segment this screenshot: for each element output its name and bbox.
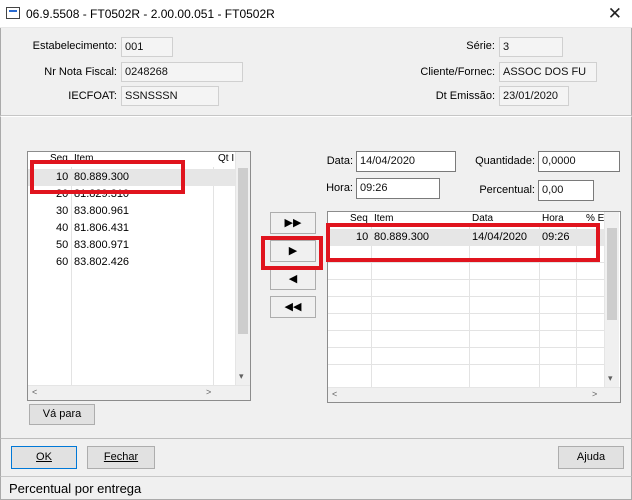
ajuda-button[interactable]: Ajuda [558, 446, 624, 469]
window-title: 06.9.5508 - FT0502R - 2.00.00.051 - FT05… [26, 7, 275, 21]
data-input[interactable]: 14/04/2020 [356, 151, 456, 172]
table-row[interactable]: 40 81.806.431 [28, 220, 236, 237]
ok-button[interactable]: OK [11, 446, 77, 469]
header-panel: Estabelecimento: 001 Nr Nota Fiscal: 024… [0, 28, 632, 116]
dt-emissao-field[interactable]: 23/01/2020 [499, 86, 569, 106]
quantidade-label: Quantidade: [475, 155, 535, 167]
nr-nota-fiscal-label: Nr Nota Fiscal: [44, 66, 117, 78]
estabelecimento-label: Estabelecimento: [32, 40, 117, 52]
table-row[interactable]: 30 83.800.961 [28, 203, 236, 220]
close-icon[interactable]: ✕ [608, 4, 622, 24]
app-window-icon [6, 7, 20, 19]
iecfoat-label: IECFOAT: [68, 90, 117, 102]
cliente-fornec-label: Cliente/Fornec: [420, 66, 495, 78]
cliente-fornec-field[interactable]: ASSOC DOS FU [499, 62, 597, 82]
table-row[interactable]: 50 83.800.971 [28, 237, 236, 254]
nr-nota-fiscal-field[interactable]: 0248268 [121, 62, 243, 82]
col-qt[interactable]: Qt I [218, 153, 234, 164]
hora-input[interactable]: 09:26 [356, 178, 440, 199]
status-bar: Percentual por entrega [0, 476, 632, 500]
hora-label: Hora: [326, 182, 353, 194]
highlight-add-button [261, 236, 323, 270]
footer-panel: OK Fechar Ajuda [0, 438, 632, 476]
add-all-button[interactable]: ▶▶ [270, 212, 316, 234]
data-label: Data: [326, 155, 353, 167]
percentual-label: Percentual: [479, 184, 535, 196]
remove-one-button[interactable]: ◀ [270, 268, 316, 290]
serie-label: Série: [466, 40, 495, 52]
quantidade-input[interactable]: 0,0000 [538, 151, 620, 172]
dt-emissao-label: Dt Emissão: [435, 90, 495, 102]
title-bar: 06.9.5508 - FT0502R - 2.00.00.051 - FT05… [0, 0, 632, 28]
remove-all-button[interactable]: ◀◀ [270, 296, 316, 318]
items-grid-vscrollbar[interactable]: ▾ [235, 152, 250, 385]
items-grid-hscrollbar[interactable]: < > [28, 385, 250, 400]
highlight-left-row [30, 160, 185, 194]
fechar-button[interactable]: Fechar [87, 446, 155, 469]
serie-field[interactable]: 3 [499, 37, 563, 57]
percentual-input[interactable]: 0,00 [538, 180, 594, 201]
iecfoat-field[interactable]: SSNSSSN [121, 86, 219, 106]
deliveries-grid-hscrollbar[interactable]: < > [328, 387, 620, 402]
estabelecimento-field[interactable]: 001 [121, 37, 173, 57]
highlight-right-row [326, 223, 600, 262]
table-row[interactable]: 60 83.802.426 [28, 254, 236, 271]
deliveries-grid-vscrollbar[interactable]: ▾ [604, 212, 619, 387]
va-para-button[interactable]: Vá para [29, 404, 95, 425]
